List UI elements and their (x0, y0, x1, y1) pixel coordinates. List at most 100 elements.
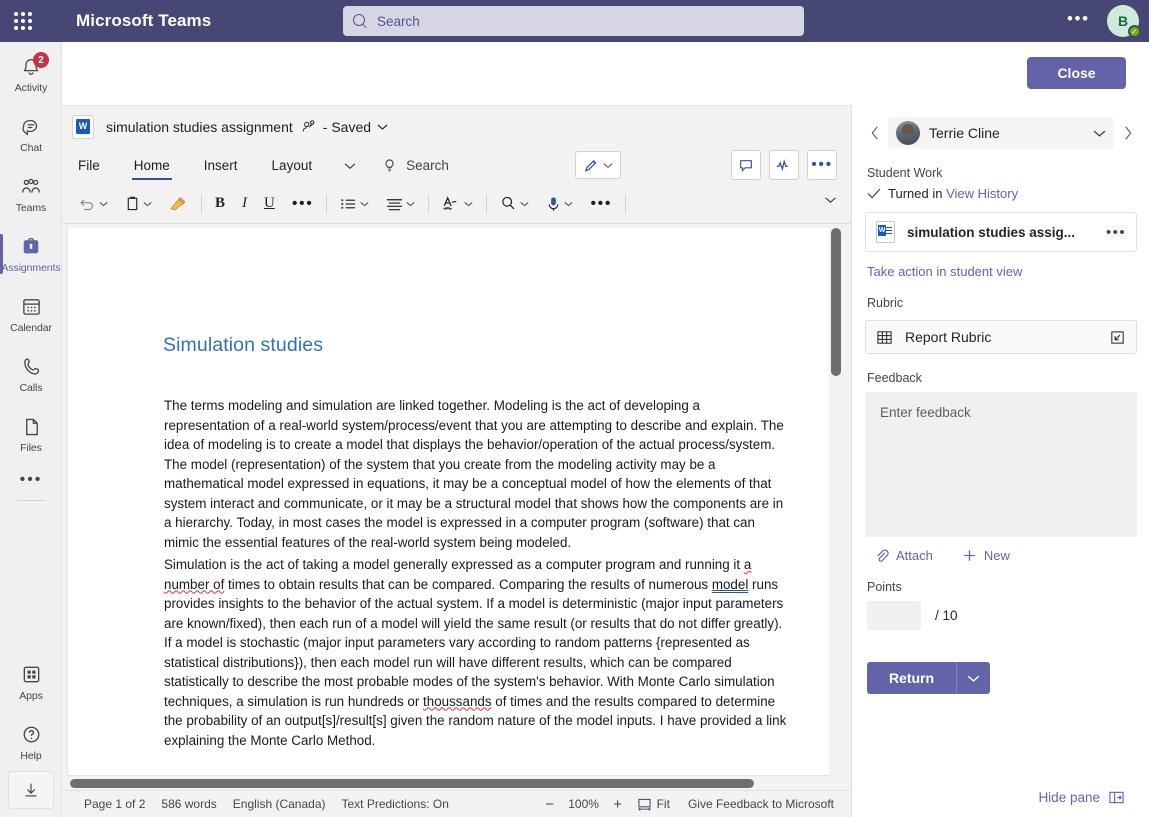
ribbon-right-buttons: ••• (731, 150, 837, 180)
word-file-icon (876, 221, 895, 243)
sidebar-item-label: Chat (20, 142, 42, 154)
view-history-link[interactable]: View History (946, 186, 1018, 201)
chevron-down-icon (520, 201, 529, 207)
return-options-button[interactable] (956, 662, 990, 694)
points-input[interactable] (867, 601, 921, 630)
sidebar-item-activity[interactable]: Activity 2 (0, 46, 62, 102)
turned-in-status: Turned in View History (867, 186, 1149, 201)
search-icon (353, 14, 368, 29)
user-avatar-button[interactable]: B ✓ (1107, 5, 1139, 37)
pen-mode-button[interactable] (575, 151, 621, 179)
student-name: Terrie Cline (929, 125, 1093, 141)
tab-layout[interactable]: Layout (270, 147, 315, 184)
chevron-down-icon (464, 201, 473, 207)
submitted-file-card[interactable]: simulation studies assig... ••• (865, 212, 1137, 252)
ribbon-more-options-button[interactable]: ••• (807, 150, 837, 180)
italic-button[interactable]: I (238, 189, 251, 219)
top-app-bar: Microsoft Teams ••• B ✓ (0, 0, 1149, 42)
save-state[interactable]: - Saved (323, 119, 371, 135)
editing-activity-button[interactable] (769, 150, 799, 180)
dictate-button[interactable] (542, 189, 577, 219)
share-people-icon (301, 119, 317, 135)
give-feedback-link[interactable]: Give Feedback to Microsoft (688, 797, 834, 811)
zoom-level[interactable]: 100% (561, 797, 607, 811)
return-button[interactable]: Return (867, 662, 956, 694)
grammar-suggestion-1[interactable]: model (712, 577, 748, 592)
app-launcher-button[interactable] (0, 12, 46, 30)
sidebar-item-label: Apps (19, 690, 43, 702)
next-student-button[interactable] (1117, 119, 1137, 147)
rubric-name: Report Rubric (905, 329, 1109, 345)
download-app-button[interactable] (8, 771, 54, 809)
ribbon-search-label: Search (406, 158, 449, 173)
student-selector[interactable]: Terrie Cline (888, 117, 1114, 149)
find-button[interactable] (496, 189, 533, 219)
expand-rubric-icon[interactable] (1109, 329, 1126, 346)
sidebar-item-assignments[interactable]: Assignments (0, 226, 62, 282)
zoom-in-button[interactable]: + (607, 796, 629, 813)
search-input[interactable] (377, 14, 794, 29)
document-canvas[interactable]: Simulation studies The terms modeling an… (62, 224, 850, 779)
sidebar-item-help[interactable]: Help (0, 714, 62, 770)
assignment-header-bar: Close (62, 42, 1149, 105)
scrollbar-thumb[interactable] (70, 779, 754, 788)
bold-button[interactable]: B (211, 189, 229, 219)
file-more-options-button[interactable]: ••• (1106, 228, 1126, 237)
undo-button[interactable] (74, 189, 112, 219)
sidebar-more-apps-button[interactable]: ••• (0, 462, 62, 498)
scrollbar-thumb[interactable] (831, 228, 841, 376)
format-painter-button[interactable] (165, 189, 192, 219)
hide-pane-button[interactable]: Hide pane (1038, 790, 1133, 805)
text-styles-button[interactable] (438, 189, 477, 219)
status-badge: 2 (33, 52, 49, 68)
presence-available-icon: ✓ (1128, 25, 1141, 38)
document-vertical-scrollbar[interactable] (829, 224, 843, 779)
tab-file[interactable]: File (76, 147, 102, 184)
spelling-suggestion-2[interactable]: thoussands (423, 694, 492, 709)
paragraph2-text-1: Simulation is the act of taking a model … (164, 557, 744, 572)
sidebar-item-calls[interactable]: Calls (0, 346, 62, 402)
close-button[interactable]: Close (1027, 57, 1126, 89)
take-action-link[interactable]: Take action in student view (867, 264, 1149, 279)
global-search[interactable] (343, 6, 804, 36)
zoom-out-button[interactable]: − (539, 796, 561, 813)
zoom-controls: − 100% + Fit Give Feedback to Microsoft (539, 796, 842, 813)
sidebar-item-calendar[interactable]: Calendar (0, 286, 62, 342)
sidebar-item-apps[interactable]: Apps (0, 654, 62, 710)
fit-button[interactable]: Fit (637, 797, 670, 811)
sidebar-item-label: Teams (16, 202, 46, 214)
sidebar-item-chat[interactable]: Chat (0, 106, 62, 162)
more-tabs-chevron-icon[interactable] (344, 162, 356, 170)
language-indicator[interactable]: English (Canada) (233, 797, 326, 811)
rubric-card[interactable]: Report Rubric (865, 320, 1137, 354)
sidebar-item-files[interactable]: Files (0, 406, 62, 462)
text-predictions-indicator[interactable]: Text Predictions: On (341, 797, 448, 811)
more-commands-button[interactable]: ••• (586, 189, 616, 219)
alignment-button[interactable] (382, 189, 419, 219)
comments-button[interactable] (731, 150, 761, 180)
attach-button[interactable]: Attach (867, 548, 933, 563)
calendar-icon (21, 295, 42, 319)
page-indicator[interactable]: Page 1 of 2 (84, 797, 145, 811)
more-font-options-button[interactable]: ••• (288, 189, 318, 219)
previous-student-button[interactable] (865, 119, 885, 147)
underline-button[interactable]: U (260, 189, 279, 219)
chevron-down-icon (603, 162, 613, 169)
bullets-button[interactable] (336, 189, 373, 219)
collapse-ribbon-button[interactable] (824, 196, 837, 204)
sidebar-item-teams[interactable]: Teams (0, 166, 62, 222)
tab-home[interactable]: Home (132, 147, 172, 184)
new-button[interactable]: New (955, 548, 1010, 563)
paste-button[interactable] (121, 189, 156, 219)
chevron-down-icon[interactable] (377, 123, 388, 131)
ribbon-search-button[interactable]: Search (382, 158, 449, 174)
document-horizontal-scrollbar[interactable] (62, 776, 850, 790)
word-count[interactable]: 586 words (161, 797, 216, 811)
document-page[interactable]: Simulation studies The terms modeling an… (67, 228, 837, 776)
feedback-input[interactable]: Enter feedback (865, 392, 1137, 537)
document-name[interactable]: simulation studies assignment (106, 119, 293, 135)
topbar-more-button[interactable]: ••• (1067, 11, 1089, 31)
tab-insert[interactable]: Insert (202, 147, 240, 184)
document-paragraph-2: Simulation is the act of taking a model … (164, 555, 789, 750)
chevron-down-icon (564, 201, 573, 207)
